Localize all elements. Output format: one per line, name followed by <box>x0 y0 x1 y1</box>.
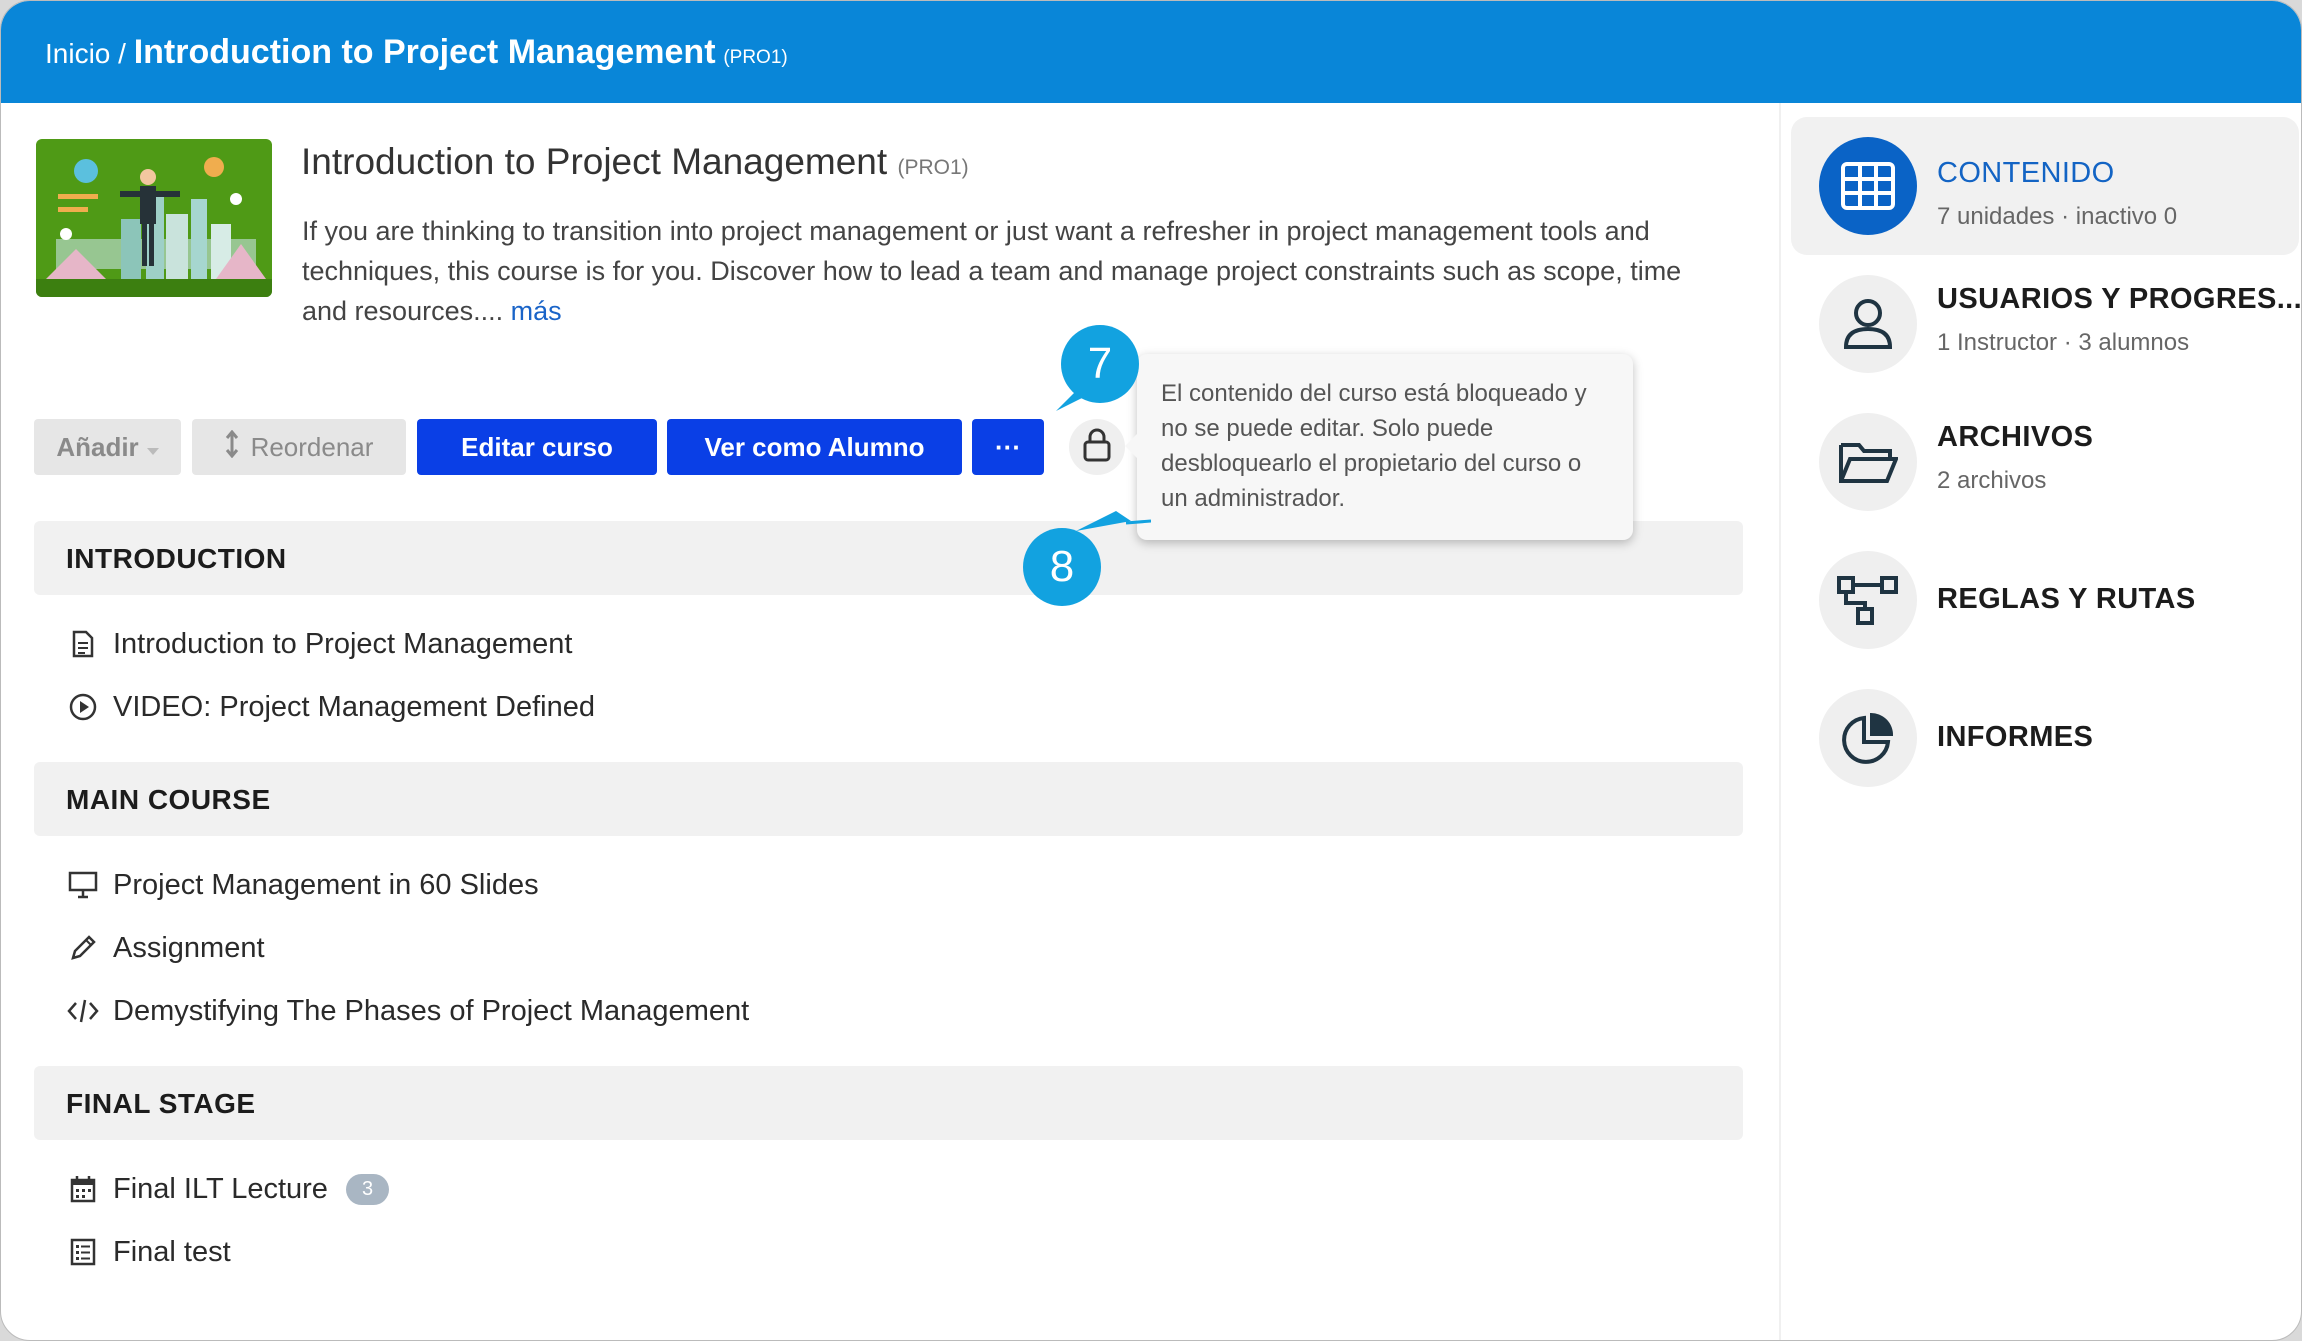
callout-7: 7 <box>1061 325 1139 403</box>
sidebar-item-label: REGLAS Y RUTAS <box>1937 583 2196 615</box>
course-code: (PRO1) <box>897 156 969 179</box>
list-item-label: Assignment <box>113 931 265 964</box>
list-item[interactable]: Assignment <box>67 928 265 968</box>
list-item-label: Introduction to Project Management <box>113 627 573 660</box>
sidebar-item-label: ARCHIVOS <box>1937 421 2094 453</box>
breadcrumb-current: Introduction to Project Management <box>133 33 716 71</box>
count-badge: 3 <box>345 1173 390 1205</box>
top-bar: Inicio / Introduction to Project Managem… <box>1 1 2301 103</box>
calendar-icon <box>67 1173 99 1205</box>
sidebar-item-usuarios[interactable]: USUARIOS Y PROGRES... 1 Instructor · 3 a… <box>1791 255 2302 393</box>
course-description: If you are thinking to transition into p… <box>302 211 1702 331</box>
list-item[interactable]: Final ILT Lecture 3 <box>67 1169 390 1209</box>
caret-down-icon <box>146 432 159 463</box>
add-button-label: Añadir <box>56 431 139 462</box>
pie-chart-icon <box>1819 689 1917 787</box>
list-item[interactable]: Final test <box>67 1232 231 1272</box>
view-as-student-button[interactable]: Ver como Alumno <box>667 419 962 475</box>
list-item[interactable]: Demystifying The Phases of Project Manag… <box>67 991 749 1031</box>
list-item-label: VIDEO: Project Management Defined <box>113 690 595 723</box>
edit-course-button[interactable]: Editar curso <box>417 419 657 475</box>
sidebar: CONTENIDO 7 unidades · inactivo 0 USUARI… <box>1779 103 2302 1340</box>
folder-icon <box>1819 413 1917 511</box>
course-title-text: Introduction to Project Management <box>301 141 888 182</box>
document-icon <box>67 628 99 660</box>
list-item-label: Final test <box>113 1235 231 1268</box>
list-item[interactable]: Introduction to Project Management <box>67 624 572 664</box>
section-header[interactable]: FINAL STAGE <box>34 1066 1743 1140</box>
checklist-icon <box>67 1236 99 1268</box>
grid-icon <box>1819 137 1917 235</box>
lock-tooltip: El contenido del curso está bloqueado y … <box>1125 354 1633 540</box>
course-thumbnail <box>36 139 272 297</box>
sidebar-item-label: CONTENIDO <box>1937 157 2115 189</box>
sidebar-item-archivos[interactable]: ARCHIVOS 2 archivos <box>1791 393 2299 531</box>
section-header[interactable]: MAIN COURSE <box>34 762 1743 836</box>
list-item[interactable]: Project Management in 60 Slides <box>67 865 539 905</box>
code-icon <box>67 995 99 1027</box>
sidebar-item-label: INFORMES <box>1937 721 2094 753</box>
list-item[interactable]: VIDEO: Project Management Defined <box>67 687 595 727</box>
list-item-label: Demystifying The Phases of Project Manag… <box>113 994 750 1027</box>
flow-icon <box>1819 551 1917 649</box>
reorder-button-label: Reordenar <box>250 431 374 462</box>
play-icon <box>67 691 99 723</box>
list-item-label: Project Management in 60 Slides <box>113 868 539 901</box>
breadcrumb-separator: / <box>110 38 134 69</box>
pencil-icon <box>67 932 99 964</box>
user-icon <box>1819 275 1917 373</box>
list-item-label: Final ILT Lecture <box>113 1172 328 1205</box>
sidebar-item-label: USUARIOS Y PROGRES... <box>1937 283 2302 315</box>
callout-8: 8 <box>1023 528 1101 606</box>
reorder-icon <box>225 429 239 465</box>
breadcrumb-home-link[interactable]: Inicio <box>45 38 110 69</box>
section-title: MAIN COURSE <box>66 784 271 815</box>
reorder-button[interactable]: Reordenar <box>192 419 406 475</box>
sidebar-item-contenido[interactable]: CONTENIDO 7 unidades · inactivo 0 <box>1791 117 2299 255</box>
course-description-text: If you are thinking to transition into p… <box>302 216 1682 326</box>
section-title: FINAL STAGE <box>66 1088 256 1119</box>
more-link[interactable]: más <box>511 296 562 326</box>
add-button[interactable]: Añadir <box>34 419 181 475</box>
sidebar-item-sub: 1 Instructor · 3 alumnos <box>1937 329 2190 356</box>
breadcrumb: Inicio / Introduction to Project Managem… <box>45 33 788 72</box>
presentation-icon <box>67 869 99 901</box>
sidebar-item-sub: 2 archivos <box>1937 467 2047 494</box>
section-title: INTRODUCTION <box>66 543 287 574</box>
course-title: Introduction to Project Management (PRO1… <box>301 141 969 183</box>
sidebar-item-sub: 7 unidades · inactivo 0 <box>1937 203 2178 230</box>
app-window: Inicio / Introduction to Project Managem… <box>0 0 2302 1341</box>
breadcrumb-code: (PRO1) <box>723 47 788 68</box>
sidebar-item-informes[interactable]: INFORMES <box>1791 669 2299 807</box>
sidebar-item-reglas[interactable]: REGLAS Y RUTAS <box>1791 531 2299 669</box>
